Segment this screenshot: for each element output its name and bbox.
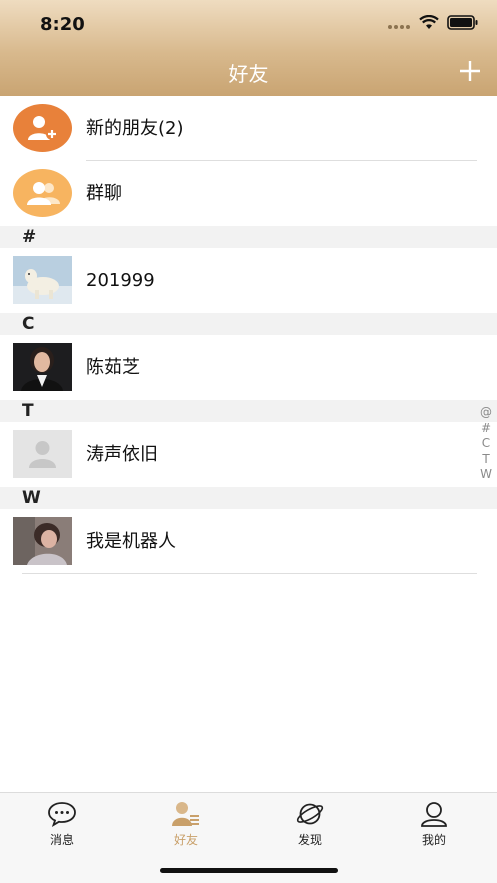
- tab-label: 我的: [421, 833, 446, 847]
- group-chat-label: 群聊: [86, 183, 122, 204]
- chat-bubble-icon: [48, 802, 76, 827]
- index-letter[interactable]: T: [482, 452, 489, 468]
- group-chat-row[interactable]: 群聊: [0, 161, 497, 226]
- contact-name: 201999: [86, 270, 155, 291]
- section-header-c: C: [0, 313, 497, 335]
- polar-bear-photo: [13, 256, 72, 304]
- home-indicator: [160, 868, 338, 873]
- contact-row[interactable]: 陈茹芝: [0, 335, 497, 400]
- section-header-t: T: [0, 400, 497, 422]
- contact-name: 陈茹芝: [86, 357, 140, 378]
- index-letter[interactable]: @: [480, 405, 492, 421]
- new-friends-row[interactable]: 新的朋友(2): [0, 96, 497, 161]
- new-friends-label: 新的朋友(2): [86, 118, 184, 139]
- tab-friends[interactable]: 好友: [146, 801, 226, 848]
- planet-icon: [296, 803, 324, 825]
- status-icons: [387, 14, 479, 34]
- contact-row[interactable]: 涛声依旧: [0, 422, 497, 487]
- contacts-list: 新的朋友(2) 群聊 # 201999 C 陈茹芝 T 涛声依旧 W 我是机器人: [0, 96, 497, 574]
- section-header-hash: #: [0, 226, 497, 248]
- tab-profile[interactable]: 我的: [394, 801, 474, 848]
- tab-discover[interactable]: 发现: [270, 801, 350, 848]
- contact-row[interactable]: 201999: [0, 248, 497, 313]
- contact-name: 我是机器人: [86, 531, 176, 552]
- page-title: 好友: [228, 62, 269, 86]
- add-user-icon: [13, 104, 72, 152]
- woman-portrait-photo: [13, 343, 72, 391]
- tab-label: 发现: [297, 833, 322, 847]
- index-letter[interactable]: C: [482, 436, 490, 452]
- add-friend-button[interactable]: [455, 56, 485, 86]
- divider: [22, 573, 477, 574]
- index-letter[interactable]: #: [481, 421, 491, 437]
- alphabet-index[interactable]: @ # C T W: [479, 405, 493, 483]
- tab-label: 好友: [173, 833, 198, 847]
- signal-dots-icon: [387, 15, 411, 34]
- index-letter[interactable]: W: [480, 467, 492, 483]
- profile-icon: [421, 802, 447, 827]
- tab-messages[interactable]: 消息: [22, 801, 102, 848]
- contacts-icon: [172, 802, 199, 826]
- section-header-w: W: [0, 487, 497, 509]
- tab-label: 消息: [49, 833, 74, 847]
- battery-icon: [447, 14, 479, 34]
- navigation-header: 8:20 好友: [0, 0, 497, 96]
- group-icon: [13, 169, 72, 217]
- default-avatar-icon: [13, 430, 72, 478]
- status-time: 8:20: [40, 14, 85, 35]
- woman-photo: [13, 517, 72, 565]
- wifi-icon: [419, 14, 439, 34]
- contact-row[interactable]: 我是机器人: [0, 509, 497, 574]
- contact-name: 涛声依旧: [86, 444, 158, 465]
- plus-icon: [460, 61, 480, 81]
